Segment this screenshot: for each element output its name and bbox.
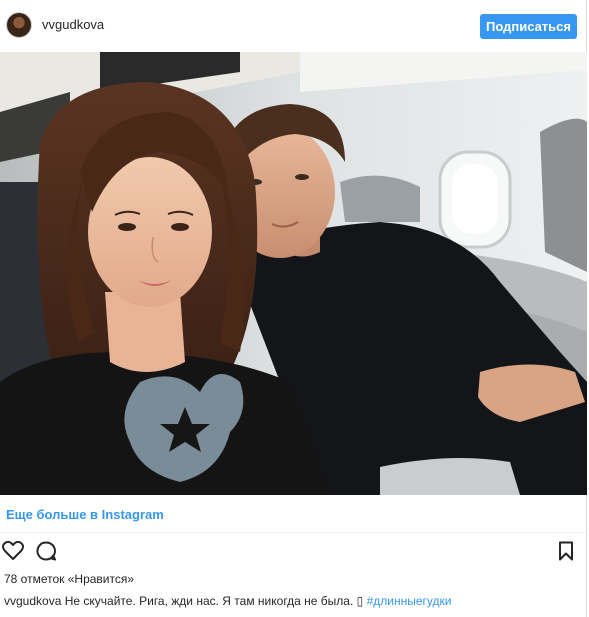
heart-icon[interactable] bbox=[2, 540, 24, 561]
likes-count[interactable]: 78 отметок «Нравится» bbox=[4, 572, 134, 586]
subscribe-button[interactable]: Подписаться bbox=[480, 14, 577, 39]
caption-text: Не скучайте. Рига, жди нас. Я там никогд… bbox=[64, 594, 357, 608]
bookmark-icon[interactable] bbox=[558, 541, 574, 561]
post-photo[interactable] bbox=[0, 52, 587, 495]
header-username[interactable]: vvgudkova bbox=[42, 17, 104, 32]
caption-username[interactable]: vvgudkova bbox=[4, 594, 61, 608]
instagram-embed-card: vvgudkova Подписаться Еще больше в Insta… bbox=[0, 0, 587, 617]
photo-illustration bbox=[0, 52, 587, 495]
divider bbox=[0, 532, 587, 533]
caption: vvgudkova Не скучайте. Рига, жди нас. Я … bbox=[4, 594, 451, 608]
caption-emoji: ▯ bbox=[356, 594, 364, 608]
comment-icon[interactable] bbox=[36, 541, 56, 561]
more-on-instagram-link[interactable]: Еще больше в Instagram bbox=[6, 507, 164, 522]
caption-hashtag[interactable]: #длинныегудки bbox=[367, 594, 452, 608]
post-header: vvgudkova Подписаться bbox=[0, 0, 587, 52]
avatar[interactable] bbox=[6, 12, 32, 38]
